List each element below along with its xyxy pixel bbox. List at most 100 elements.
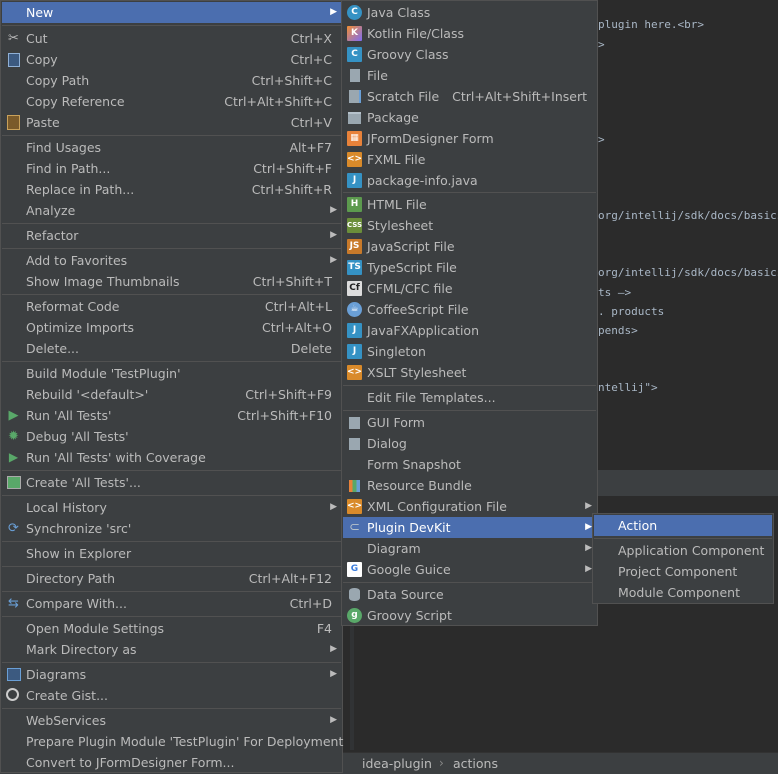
new-item-data-source[interactable]: Data Source xyxy=(343,584,596,605)
singleton-icon: J xyxy=(347,344,362,359)
new-item-groovy-class[interactable]: C Groovy Class xyxy=(343,44,596,65)
menu-item-rebuild[interactable]: Rebuild '<default>' Ctrl+Shift+F9 xyxy=(2,384,341,405)
code-line: org/intellij/sdk/docs/basics/ge xyxy=(598,209,778,222)
create-test-icon xyxy=(6,475,21,490)
devkit-item-module-component[interactable]: Module Component xyxy=(594,582,772,603)
menu-item-diagrams[interactable]: Diagrams ▶ xyxy=(2,664,341,685)
new-item-fxml-file[interactable]: <> FXML File xyxy=(343,149,596,170)
menu-item-local-history[interactable]: Local History ▶ xyxy=(2,497,341,518)
new-item-package-info[interactable]: Jpackage-info.java xyxy=(343,170,596,191)
menu-item-create-all-tests[interactable]: Create 'All Tests'... xyxy=(2,472,341,493)
new-item-google-guice[interactable]: G Google Guice ▶ xyxy=(343,559,596,580)
devkit-item-project-component[interactable]: Project Component xyxy=(594,561,772,582)
menu-separator xyxy=(2,470,341,471)
submenu-arrow-icon: ▶ xyxy=(585,564,592,574)
breadcrumb-item-actions[interactable]: actions xyxy=(453,756,498,771)
menu-item-run-with-coverage[interactable]: ▶ Run 'All Tests' with Coverage xyxy=(2,447,341,468)
dialog-icon xyxy=(347,436,362,451)
submenu-arrow-icon: ▶ xyxy=(330,230,337,240)
new-item-java-class[interactable]: C Java Class xyxy=(343,2,596,23)
kotlin-icon: K xyxy=(347,26,362,41)
new-item-jformdesigner-form[interactable]: ▦ JFormDesigner Form xyxy=(343,128,596,149)
menu-item-find-usages[interactable]: Find Usages Alt+F7 xyxy=(2,137,341,158)
gui-form-icon xyxy=(347,415,362,430)
menu-item-synchronize[interactable]: ⟳ Synchronize 'src' xyxy=(2,518,341,539)
new-item-typescript-file[interactable]: TS TypeScript File xyxy=(343,257,596,278)
css-icon: CSS xyxy=(347,218,362,233)
menu-item-paste[interactable]: Paste Ctrl+V xyxy=(2,112,341,133)
menu-item-analyze[interactable]: Analyze ▶ xyxy=(2,200,341,221)
menu-item-prepare-plugin-module[interactable]: Prepare Plugin Module 'TestPlugin' For D… xyxy=(2,731,343,752)
breadcrumb-item-idea-plugin[interactable]: idea-plugin xyxy=(362,756,432,771)
menu-item-new[interactable]: New ▶ xyxy=(2,2,341,23)
submenu-arrow-icon: ▶ xyxy=(330,255,337,265)
new-item-javafx-application[interactable]: J JavaFXApplication xyxy=(343,320,596,341)
package-info-icon: J xyxy=(347,173,362,188)
code-line: ts —> xyxy=(598,286,632,299)
menu-item-convert-to-jformdesigner[interactable]: Convert to JFormDesigner Form... xyxy=(2,752,341,773)
new-item-kotlin-file[interactable]: K Kotlin File/Class xyxy=(343,23,596,44)
new-item-gui-form[interactable]: GUI Form xyxy=(343,412,596,433)
new-item-dialog[interactable]: Dialog xyxy=(343,433,596,454)
breadcrumb-separator: › xyxy=(439,756,444,770)
new-item-diagram[interactable]: Diagram ▶ xyxy=(343,538,596,559)
compare-icon: ⇆ xyxy=(8,596,19,611)
menu-item-delete[interactable]: Delete... Delete xyxy=(2,338,341,359)
new-item-xslt-stylesheet[interactable]: <> XSLT Stylesheet xyxy=(343,362,596,383)
menu-item-copy[interactable]: Copy Ctrl+C xyxy=(2,49,341,70)
new-item-form-snapshot[interactable]: Form Snapshot xyxy=(343,454,596,475)
menu-item-webservices[interactable]: WebServices ▶ xyxy=(2,710,341,731)
menu-item-add-to-favorites[interactable]: Add to Favorites ▶ xyxy=(2,250,341,271)
menu-item-optimize-imports[interactable]: Optimize Imports Ctrl+Alt+O xyxy=(2,317,341,338)
new-item-stylesheet[interactable]: CSS Stylesheet xyxy=(343,215,596,236)
menu-item-refactor[interactable]: Refactor ▶ xyxy=(2,225,341,246)
coverage-icon: ▶ xyxy=(8,450,19,464)
diagram-icon xyxy=(6,667,21,682)
new-item-file[interactable]: File xyxy=(343,65,596,86)
devkit-item-application-component[interactable]: Application Component xyxy=(594,540,772,561)
menu-item-build-module[interactable]: Build Module 'TestPlugin' xyxy=(2,363,341,384)
menu-item-debug-all-tests[interactable]: ✹ Debug 'All Tests' xyxy=(2,426,341,447)
menu-item-copy-reference[interactable]: Copy Reference Ctrl+Alt+Shift+C xyxy=(2,91,341,112)
context-menu: New ▶ ✂ Cut Ctrl+X Copy Ctrl+C Copy Path Ctrl… xyxy=(0,0,343,773)
java-class-icon: C xyxy=(347,5,362,20)
new-item-resource-bundle[interactable]: Resource Bundle xyxy=(343,475,596,496)
devkit-item-action[interactable]: Action xyxy=(594,515,772,536)
menu-separator xyxy=(2,294,341,295)
submenu-arrow-icon: ▶ xyxy=(330,715,337,725)
menu-separator xyxy=(2,361,341,362)
new-item-package[interactable]: Package xyxy=(343,107,596,128)
code-line: > xyxy=(598,133,605,146)
menu-item-show-in-explorer[interactable]: Show in Explorer xyxy=(2,543,341,564)
menu-item-show-image-thumbnails[interactable]: Show Image Thumbnails Ctrl+Shift+T xyxy=(2,271,341,292)
menu-item-directory-path[interactable]: Directory Path Ctrl+Alt+F12 xyxy=(2,568,341,589)
new-item-plugin-devkit[interactable]: ⊂ Plugin DevKit ▶ xyxy=(343,517,596,538)
new-item-edit-file-templates[interactable]: Edit File Templates... xyxy=(343,387,596,408)
code-line: org/intellij/sdk/docs/basics/ge xyxy=(598,266,778,279)
new-item-groovy-script[interactable]: g Groovy Script xyxy=(343,605,596,626)
new-item-scratch-file[interactable]: Scratch File Ctrl+Alt+Shift+Insert xyxy=(343,86,596,107)
code-line: plugin here.<br> xyxy=(598,18,704,31)
new-item-cfml-file[interactable]: Cf CFML/CFC file xyxy=(343,278,596,299)
new-item-xml-configuration-file[interactable]: <> XML Configuration File ▶ xyxy=(343,496,596,517)
new-item-javascript-file[interactable]: JS JavaScript File xyxy=(343,236,596,257)
new-item-singleton[interactable]: J Singleton xyxy=(343,341,596,362)
menu-item-create-gist[interactable]: Create Gist... xyxy=(2,685,341,706)
new-item-coffeescript-file[interactable]: ☕ CoffeeScript File xyxy=(343,299,596,320)
menu-item-find-in-path[interactable]: Find in Path... Ctrl+Shift+F xyxy=(2,158,341,179)
menu-item-reformat-code[interactable]: Reformat Code Ctrl+Alt+L xyxy=(2,296,341,317)
menu-item-open-module-settings[interactable]: Open Module Settings F4 xyxy=(2,618,341,639)
menu-separator xyxy=(343,410,596,411)
menu-item-cut[interactable]: ✂ Cut Ctrl+X xyxy=(2,28,341,49)
menu-separator xyxy=(2,662,341,663)
code-line: > xyxy=(598,38,605,51)
menu-item-mark-directory-as[interactable]: Mark Directory as ▶ xyxy=(2,639,341,660)
menu-item-run-all-tests[interactable]: ▶ Run 'All Tests' Ctrl+Shift+F10 xyxy=(2,405,341,426)
new-item-html-file[interactable]: H HTML File xyxy=(343,194,596,215)
sync-icon: ⟳ xyxy=(8,521,19,536)
menu-separator xyxy=(343,192,596,193)
xslt-icon: <> xyxy=(347,365,362,380)
menu-item-copy-path[interactable]: Copy Path Ctrl+Shift+C xyxy=(2,70,341,91)
menu-item-compare-with[interactable]: ⇆ Compare With... Ctrl+D xyxy=(2,593,341,614)
menu-item-replace-in-path[interactable]: Replace in Path... Ctrl+Shift+R xyxy=(2,179,341,200)
